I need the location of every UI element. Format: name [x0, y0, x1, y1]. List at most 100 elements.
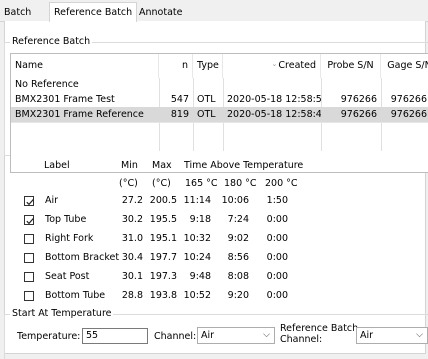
reference-channel-select-value: Air	[360, 330, 374, 341]
stats-cell-min: 30.1	[121, 271, 143, 282]
channel-checkbox[interactable]	[24, 234, 34, 244]
stats-cell-t165: 10:32	[183, 233, 211, 244]
stats-cell-t200: 0:00	[266, 233, 288, 244]
stats-cell-max: 197.3	[149, 271, 177, 282]
column-header-gage-sn[interactable]: Gage S/N	[381, 54, 428, 78]
stats-cell-t180: 10:06	[221, 195, 249, 206]
tab-annotate[interactable]: Annotate	[135, 4, 186, 21]
cell-name: BMX2301 Frame Test	[15, 94, 115, 105]
stats-cell-min: 31.0	[121, 233, 143, 244]
stats-header-time-above: Time Above Temperature	[184, 160, 304, 171]
cell-probe-sn: 976266	[340, 94, 377, 105]
column-header-n[interactable]: n	[159, 54, 193, 78]
stats-cell-t180: 8:08	[227, 271, 249, 282]
channel-checkbox[interactable]	[24, 196, 34, 206]
tab-reference-batch[interactable]: Reference Batch	[49, 2, 138, 22]
stats-cell-label: Top Tube	[45, 214, 87, 225]
stats-cell-t180: 8:56	[227, 252, 249, 263]
cell-type: OTL	[197, 109, 216, 120]
stats-header-min: Min	[121, 160, 138, 171]
reference-channel-label-line-2: Channel:	[280, 334, 323, 345]
stats-row: Right Fork 31.0 195.1 10:32 9:02 0:00	[0, 233, 300, 247]
cell-created: 2020-05-18 12:58:49	[227, 109, 321, 120]
cell-name: No Reference	[15, 79, 79, 90]
checkmark-icon	[26, 218, 34, 225]
reference-channel-label: Reference Batch Channel:	[280, 323, 358, 345]
channel-checkbox[interactable]	[24, 253, 34, 263]
stats-header-max-unit: (°C)	[152, 178, 171, 189]
stats-cell-max: 197.7	[149, 252, 177, 263]
chevron-down-icon: ⌵	[416, 330, 423, 340]
stats-row: Bottom Tube 28.8 193.8 10:52 9:20 0:00	[0, 290, 300, 304]
stats-cell-t165: 9:48	[189, 271, 211, 282]
cell-type: OTL	[197, 94, 216, 105]
chevron-down-icon: ⌵	[263, 330, 270, 340]
stats-cell-t200: 1:50	[266, 195, 288, 206]
stats-cell-t200: 0:00	[266, 214, 288, 225]
temperature-input[interactable]: 55	[82, 328, 148, 344]
table-row[interactable]: No Reference	[11, 77, 428, 92]
stats-cell-min: 30.2	[121, 214, 143, 225]
stats-cell-t165: 10:24	[183, 252, 211, 263]
stats-cell-t200: 0:00	[266, 290, 288, 301]
cell-name: BMX2301 Frame Reference	[15, 109, 144, 120]
stats-cell-min: 27.2	[121, 195, 143, 206]
column-header-name[interactable]: Name	[11, 54, 159, 78]
stats-cell-t180: 9:02	[227, 233, 249, 244]
stats-header-max: Max	[152, 160, 172, 171]
channel-select-value: Air	[201, 330, 215, 341]
stats-cell-max: 200.5	[149, 195, 177, 206]
stats-cell-t165: 10:52	[183, 290, 211, 301]
column-header-type[interactable]: Type	[193, 54, 223, 78]
stats-cell-label: Bottom Tube	[45, 290, 106, 301]
stats-cell-t200: 0:00	[266, 252, 288, 263]
reference-channel-label-line-1: Reference Batch	[280, 323, 359, 334]
stats-header-min-unit: (°C)	[119, 178, 138, 189]
stats-row: Top Tube 30.2 195.5 9:18 7:24 0:00	[0, 214, 300, 228]
stats-cell-max: 193.8	[149, 290, 177, 301]
checkmark-icon	[26, 199, 34, 206]
cell-created: 2020-05-18 12:58:50	[227, 94, 321, 105]
stats-cell-t165: 11:14	[183, 195, 211, 206]
sort-descending-icon: ⌄	[271, 60, 278, 68]
table-row-selected[interactable]: BMX2301 Frame Reference 819 OTL 2020-05-…	[11, 107, 428, 122]
column-header-created-label: Created	[278, 60, 316, 71]
stats-cell-label: Bottom Bracket	[45, 252, 120, 263]
stats-cell-t180: 9:20	[227, 290, 249, 301]
channel-select[interactable]: Air ⌵	[197, 327, 275, 344]
stats-row: Air 27.2 200.5 11:14 10:06 1:50	[0, 195, 300, 209]
channel-checkbox[interactable]	[24, 291, 34, 301]
cell-gage-sn: 976266	[390, 109, 427, 120]
temperature-label: Temperature:	[17, 331, 81, 342]
cell-n: 547	[170, 94, 189, 105]
cell-n: 819	[170, 109, 189, 120]
stats-cell-t180: 7:24	[227, 214, 249, 225]
reference-channel-select[interactable]: Air ⌵	[356, 327, 428, 344]
stats-header-200: 200 °C	[265, 178, 298, 189]
stats-header-165: 165 °C	[185, 178, 218, 189]
channel-checkbox[interactable]	[24, 215, 34, 225]
column-header-probe-sn[interactable]: Probe S/N	[321, 54, 381, 78]
table-row[interactable]: BMX2301 Frame Test 547 OTL 2020-05-18 12…	[11, 92, 428, 107]
stats-cell-min: 30.4	[121, 252, 143, 263]
stats-cell-label: Right Fork	[45, 233, 94, 244]
stats-cell-max: 195.5	[149, 214, 177, 225]
tab-batch[interactable]: Batch	[0, 4, 35, 21]
reference-batch-table[interactable]: Name n Type ⌄ Created Probe S/N Gage S/N…	[10, 53, 428, 173]
stats-row: Seat Post 30.1 197.3 9:48 8:08 0:00	[0, 271, 300, 285]
stats-header-label: Label	[44, 160, 70, 171]
channel-checkbox[interactable]	[24, 272, 34, 282]
table-row-empty	[11, 122, 428, 137]
stats-cell-t165: 9:18	[189, 214, 211, 225]
column-header-created[interactable]: ⌄ Created	[223, 54, 321, 78]
stats-cell-label: Air	[45, 195, 59, 206]
stats-cell-label: Seat Post	[45, 271, 90, 282]
tab-strip: Batch Reference Batch Annotate	[0, 0, 428, 22]
stats-header-180: 180 °C	[224, 178, 257, 189]
cell-gage-sn: 976266	[390, 94, 427, 105]
cell-probe-sn: 976266	[340, 109, 377, 120]
stats-cell-min: 28.8	[121, 290, 143, 301]
stats-cell-t200: 0:00	[266, 271, 288, 282]
reference-batch-group-title: Reference Batch	[10, 36, 93, 48]
start-at-temperature-title: Start At Temperature	[10, 308, 114, 320]
